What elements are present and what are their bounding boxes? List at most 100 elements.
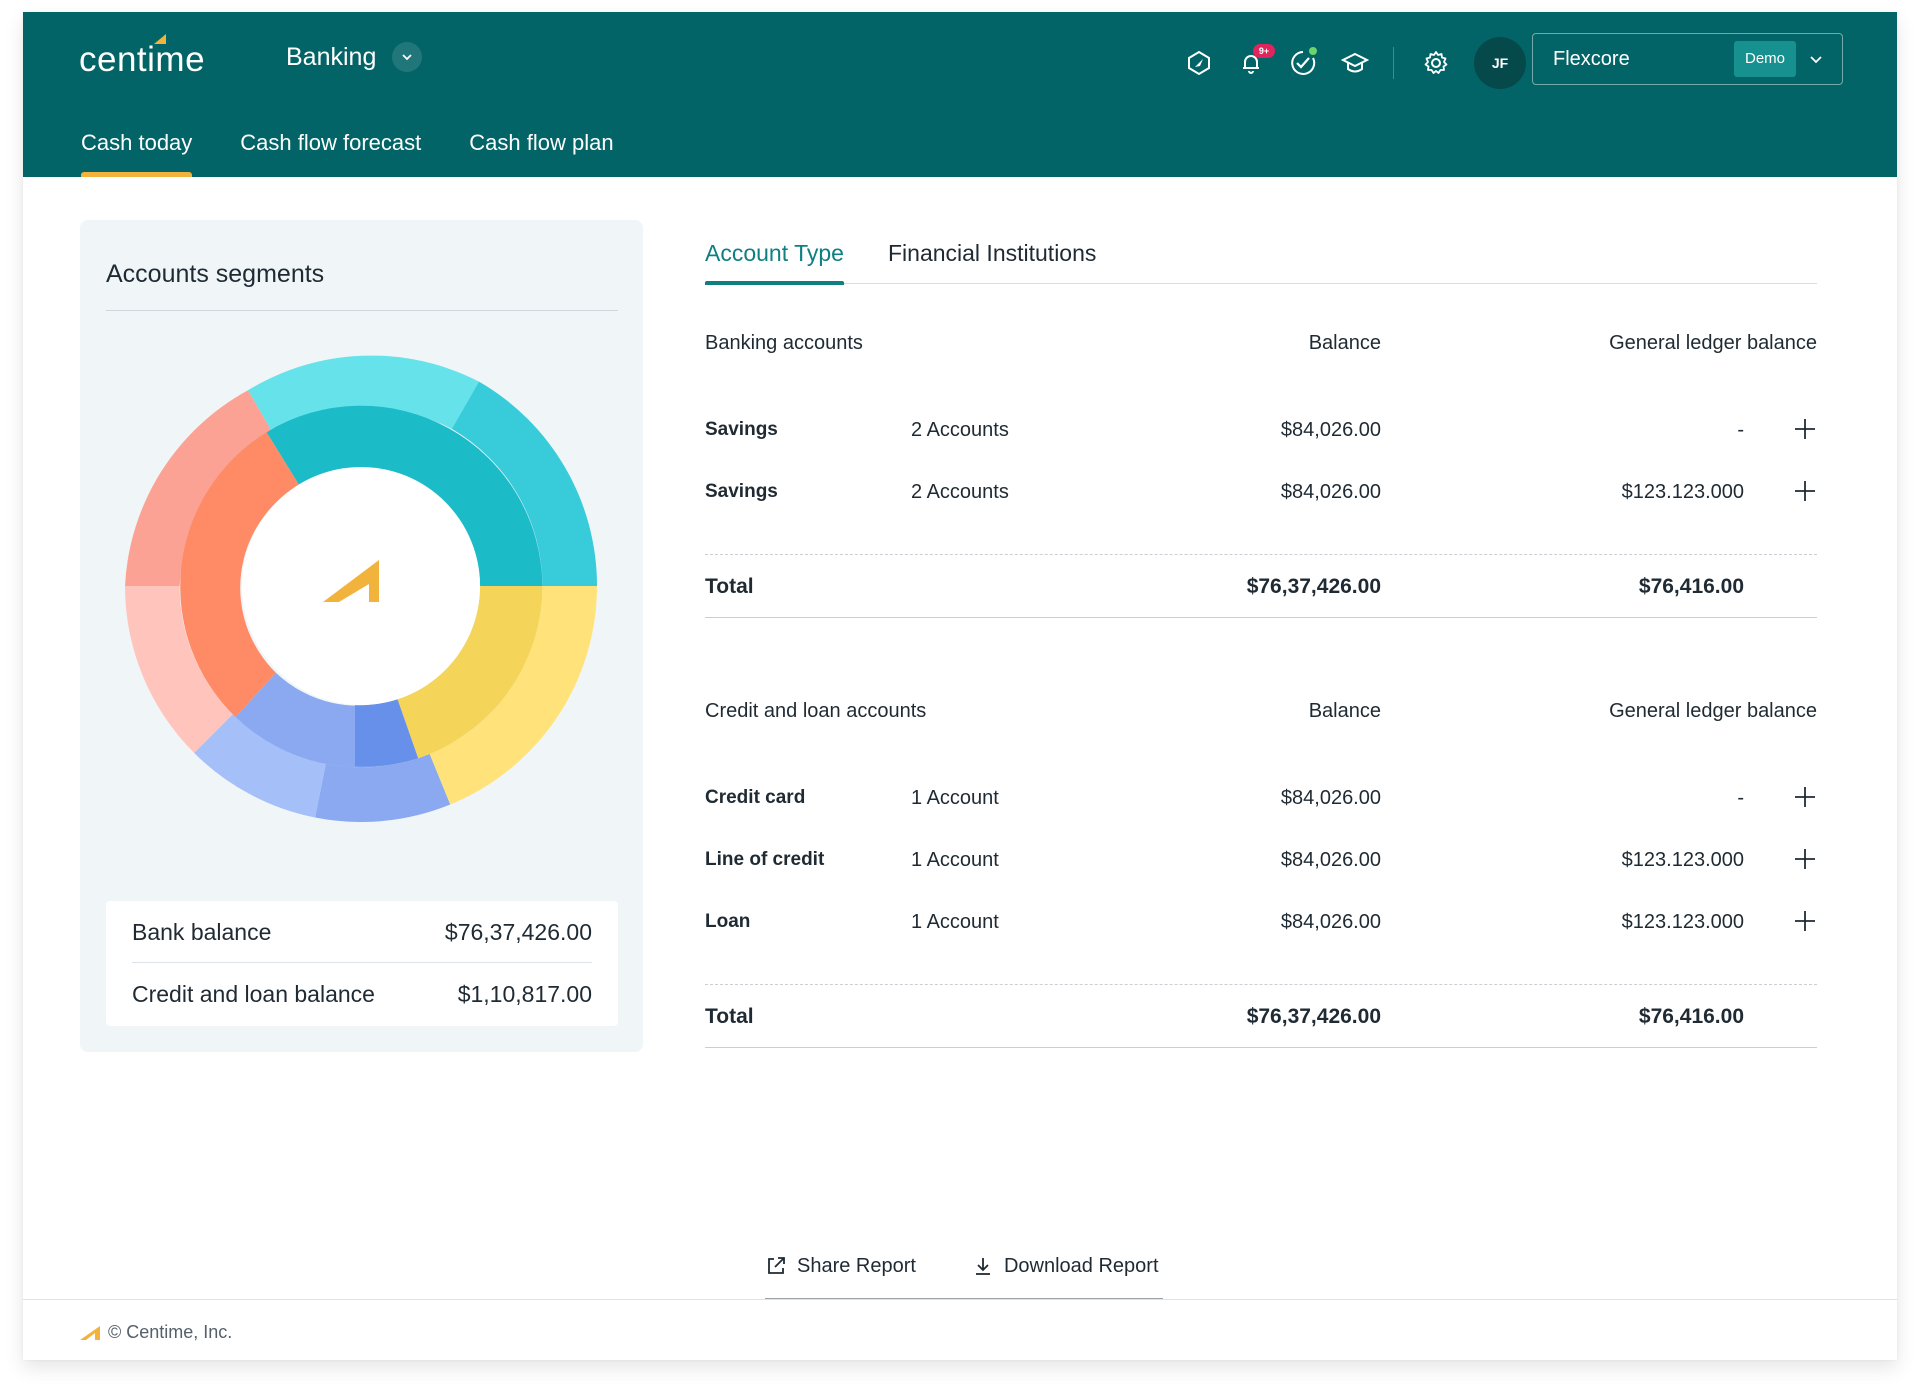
account-balance: $84,026.00 (1280, 911, 1381, 933)
account-balance: $84,026.00 (1280, 481, 1381, 503)
centime-mark-icon (80, 1325, 100, 1340)
total-balance: $76,37,426.00 (1246, 1005, 1381, 1028)
banking-heading: Banking accounts (705, 332, 863, 354)
account-count: 1 Account (911, 849, 999, 871)
organization-select[interactable]: Flexcore Demo (1532, 33, 1843, 85)
banking-total-row: Total $76,37,426.00 $76,416.00 (705, 575, 1817, 607)
footer: © Centime, Inc. (80, 1322, 232, 1343)
table-row: Savings 2 Accounts $84,026.00 - (705, 419, 1817, 449)
gl-column-header: General ledger balance (1609, 332, 1817, 354)
demo-badge: Demo (1733, 41, 1796, 77)
panel-divider (106, 310, 618, 311)
download-report-button[interactable]: Download Report (972, 1252, 1159, 1280)
total-label: Total (705, 1005, 754, 1028)
account-gl-balance: $123.123.000 (1621, 481, 1744, 503)
account-gl-balance: - (1737, 787, 1744, 809)
download-report-label: Download Report (1003, 1254, 1159, 1277)
total-balance: $76,37,426.00 (1246, 575, 1381, 598)
chevron-down-icon[interactable] (1808, 51, 1824, 67)
account-name: Line of credit (705, 849, 825, 870)
plus-icon[interactable] (1793, 847, 1817, 871)
banking-section-header: Banking accounts Balance General ledger … (705, 332, 1817, 362)
row-divider (705, 554, 1817, 555)
row-divider (705, 984, 1817, 985)
header-divider (1393, 47, 1394, 79)
compass-icon[interactable] (1173, 38, 1225, 88)
notification-badge: 9+ (1253, 44, 1275, 58)
account-gl-balance: $123.123.000 (1621, 911, 1744, 933)
account-count: 1 Account (911, 787, 999, 809)
table-row: Credit card 1 Account $84,026.00 - (705, 787, 1817, 817)
account-name: Loan (705, 911, 751, 932)
total-label: Total (705, 575, 754, 598)
app-name: Banking (286, 42, 377, 71)
tab-account-type[interactable]: Account Type (705, 240, 844, 285)
credit-balance-row: Credit and loan balance $1,10,817.00 (132, 981, 592, 1008)
check-badge-icon[interactable] (1277, 38, 1329, 88)
table-row: Line of credit 1 Account $84,026.00 $123… (705, 849, 1817, 879)
account-count: 1 Account (911, 911, 999, 933)
account-count: 2 Accounts (911, 481, 1009, 503)
bank-balance-label: Bank balance (132, 919, 272, 945)
share-icon (768, 1257, 785, 1274)
account-name: Savings (705, 419, 778, 440)
tab-cash-today[interactable]: Cash today (81, 130, 193, 177)
credit-total-row: Total $76,37,426.00 $76,416.00 (705, 1005, 1817, 1037)
balance-column-header: Balance (1308, 332, 1381, 354)
account-name: Credit card (705, 787, 806, 808)
account-gl-balance: $123.123.000 (1621, 849, 1744, 871)
table-row: Loan 1 Account $84,026.00 $123.123.000 (705, 911, 1817, 941)
credit-section-header: Credit and loan accounts Balance General… (705, 700, 1817, 730)
table-row: Savings 2 Accounts $84,026.00 $123.123.0… (705, 481, 1817, 511)
tab-cash-flow-forecast[interactable]: Cash flow forecast (240, 130, 421, 177)
credit-heading: Credit and loan accounts (705, 700, 927, 722)
total-gl-balance: $76,416.00 (1638, 1005, 1744, 1028)
content-tabs: Account Type Financial Institutions (705, 222, 1817, 285)
total-gl-balance: $76,416.00 (1638, 575, 1744, 598)
plus-icon[interactable] (1793, 417, 1817, 441)
gear-icon[interactable] (1410, 38, 1462, 88)
user-avatar[interactable]: JF (1474, 37, 1526, 89)
accounts-segments-panel: Accounts segments Bank balance $76,37,42… (80, 220, 643, 1052)
app-switcher[interactable]: Banking (286, 42, 423, 72)
centime-logo[interactable]: centime (79, 40, 205, 80)
balance-summary: Bank balance $76,37,426.00 Credit and lo… (106, 901, 618, 1026)
footer-divider (23, 1299, 1897, 1300)
tab-cash-flow-plan[interactable]: Cash flow plan (469, 130, 613, 177)
plus-icon[interactable] (1793, 909, 1817, 933)
account-balance: $84,026.00 (1280, 787, 1381, 809)
tab-financial-institutions[interactable]: Financial Institutions (888, 240, 1096, 284)
credit-balance-value: $1,10,817.00 (457, 981, 592, 1007)
account-name: Savings (705, 481, 778, 502)
panel-title: Accounts segments (106, 260, 325, 288)
top-header: centime Banking 9+ JF Flexcore Demo Cash… (23, 12, 1897, 177)
plus-icon[interactable] (1793, 479, 1817, 503)
graduation-cap-icon[interactable] (1329, 38, 1381, 88)
plus-icon[interactable] (1793, 785, 1817, 809)
section-divider (705, 617, 1817, 618)
share-report-label: Share Report (797, 1254, 916, 1277)
logo-accent-icon (154, 34, 166, 44)
credit-balance-label: Credit and loan balance (132, 981, 375, 1007)
header-icons: 9+ JF (1173, 37, 1526, 89)
balance-column-header: Balance (1308, 700, 1381, 722)
share-report-button[interactable]: Share Report (765, 1252, 916, 1280)
section-divider (705, 1047, 1817, 1048)
account-balance: $84,026.00 (1280, 849, 1381, 871)
bell-icon[interactable]: 9+ (1225, 38, 1277, 88)
account-count: 2 Accounts (911, 419, 1009, 441)
app-window: centime Banking 9+ JF Flexcore Demo Cash… (23, 12, 1897, 1360)
segments-donut-chart (125, 355, 597, 822)
download-icon (975, 1258, 990, 1275)
chevron-down-icon[interactable] (392, 42, 423, 72)
org-name: Flexcore (1553, 47, 1630, 70)
account-balance: $84,026.00 (1280, 419, 1381, 441)
main-tabs: Cash today Cash flow forecast Cash flow … (81, 130, 662, 177)
report-actions: Share Report Download Report (765, 1252, 1159, 1280)
summary-divider (132, 962, 592, 963)
account-gl-balance: - (1737, 419, 1744, 441)
bank-balance-value: $76,37,426.00 (444, 919, 592, 945)
status-dot (1309, 47, 1317, 55)
bank-balance-row: Bank balance $76,37,426.00 (132, 919, 592, 946)
gl-column-header: General ledger balance (1609, 700, 1817, 722)
